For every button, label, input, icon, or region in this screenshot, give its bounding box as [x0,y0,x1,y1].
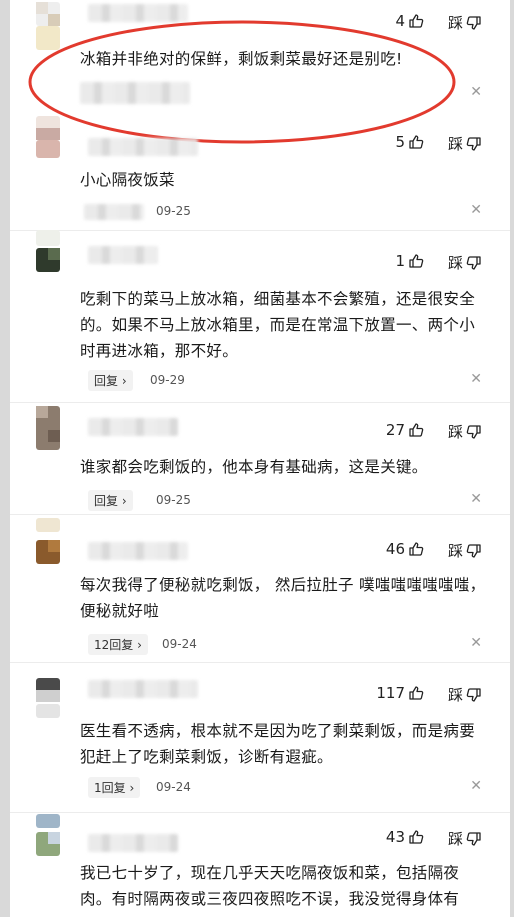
dislike-button[interactable]: 踩 [448,133,482,154]
dislike-label: 踩 [447,135,463,153]
avatar-part [36,140,60,158]
comment-date: 09-24 [162,637,197,651]
like-button[interactable]: 46 [386,540,424,558]
dislike-label: 踩 [447,254,463,272]
like-button[interactable]: 5 [395,133,424,151]
thumbs-down-icon [466,831,481,846]
divider [10,662,510,663]
comment-item: 117 踩 医生看不透病，根本就不是因为吃了剩菜剩饭，而是病要犯赶上了吃剩菜剩饭… [10,664,510,812]
close-icon[interactable]: ✕ [470,371,482,387]
like-button[interactable]: 1 [395,252,424,270]
username-blurred [88,542,188,560]
thumbs-down-icon [466,687,481,702]
divider [10,230,510,231]
thumbs-down-icon [466,543,481,558]
comment-item: 5 踩 小心隔夜饭菜 09-25 ✕ [10,112,510,230]
username-blurred [88,246,158,264]
thumbs-down-icon [466,15,481,30]
avatar[interactable] [36,116,60,140]
comment-item: 1 踩 吃剩下的菜马上放冰箱，细菌基本不会繁殖，还是很安全的。如果不马上放冰箱里… [10,230,510,400]
reply-button[interactable]: 回复 › [88,490,133,511]
thumbs-down-icon [466,255,481,270]
close-icon[interactable]: ✕ [470,84,482,100]
like-count: 117 [376,684,405,702]
reply-button[interactable]: 回复 › [88,370,133,391]
like-count: 5 [395,133,405,151]
avatar-part [36,814,60,828]
comment-date: 09-25 [156,493,191,507]
avatar-part [36,518,60,532]
comment-date: 09-29 [150,373,185,387]
dislike-button[interactable]: 踩 [448,421,482,442]
divider [10,812,510,813]
comment-text: 医生看不透病，根本就不是因为吃了剩菜剩饭，而是病要犯赶上了吃剩菜剩饭，诊断有遐疵… [80,722,476,766]
close-icon[interactable]: ✕ [470,202,482,218]
thumbs-down-icon [466,136,481,151]
comment-date: 09-25 [156,204,191,218]
username-blurred [88,418,178,436]
dislike-label: 踩 [447,686,463,704]
thumbs-up-icon [409,830,424,844]
dislike-label: 踩 [447,542,463,560]
dislike-button[interactable]: 踩 [448,540,482,561]
comment-item: 43 踩 我已七十岁了，现在几乎天天吃隔夜饭和菜，包括隔夜肉。有时隔两夜或三夜四… [10,814,510,917]
dislike-label: 踩 [447,423,463,441]
like-button[interactable]: 27 [386,421,424,439]
thumbs-up-icon [409,135,424,149]
thumbs-down-icon [466,424,481,439]
username-blurred [88,834,178,852]
comment-item: 46 踩 每次我得了便秘就吃剩饭， 然后拉肚子 噗嗤嗤嗤嗤嗤嗤，便秘就好啦 12… [10,516,510,662]
like-button[interactable]: 43 [386,828,424,846]
comment-date: 09-24 [156,780,191,794]
like-count: 46 [385,540,405,558]
comment-list: 4 踩 冰箱并非绝对的保鲜，剩饭剩菜最好还是别吃! ✕ 5 踩 小心隔夜饭菜 0… [10,0,510,917]
dislike-button[interactable]: 踩 [448,684,482,705]
comment-item: 27 踩 谁家都会吃剩饭的，他本身有基础病，这是关键。 回复 › 09-25 ✕ [10,404,510,514]
username-blurred [88,138,198,156]
avatar[interactable] [36,678,60,702]
like-count: 1 [395,252,405,270]
comment-text: 我已七十岁了，现在几乎天天吃隔夜饭和菜，包括隔夜肉。有时隔两夜或三夜四夜照吃不误… [80,864,460,908]
reply-button[interactable]: 1回复 › [88,777,141,798]
thumbs-up-icon [409,423,424,437]
comment-text: 小心隔夜饭菜 [80,171,175,189]
divider [10,402,510,403]
avatar[interactable] [36,248,60,272]
like-count: 43 [385,828,405,846]
reply-blurred [84,204,144,220]
comment-text: 吃剩下的菜马上放冰箱，细菌基本不会繁殖，还是很安全的。如果不马上放冰箱里，而是在… [80,290,476,360]
avatar[interactable] [36,540,60,564]
close-icon[interactable]: ✕ [470,635,482,651]
comment-text: 谁家都会吃剩饭的，他本身有基础病，这是关键。 [80,458,428,476]
dislike-button[interactable]: 踩 [448,252,482,273]
avatar-part [36,230,60,246]
thumbs-up-icon [409,254,424,268]
dislike-button[interactable]: 踩 [448,828,482,849]
avatar[interactable] [36,406,60,450]
close-icon[interactable]: ✕ [470,491,482,507]
username-blurred [88,680,198,698]
avatar[interactable] [36,832,60,856]
thumbs-up-icon [409,686,424,700]
divider [10,514,510,515]
like-count: 27 [385,421,405,439]
reply-button[interactable]: 12回复 › [88,634,148,655]
thumbs-up-icon [409,542,424,556]
avatar-part [36,704,60,718]
like-button[interactable]: 117 [376,684,424,702]
close-icon[interactable]: ✕ [470,778,482,794]
comment-text: 每次我得了便秘就吃剩饭， 然后拉肚子 噗嗤嗤嗤嗤嗤嗤，便秘就好啦 [80,576,486,620]
dislike-label: 踩 [447,830,463,848]
